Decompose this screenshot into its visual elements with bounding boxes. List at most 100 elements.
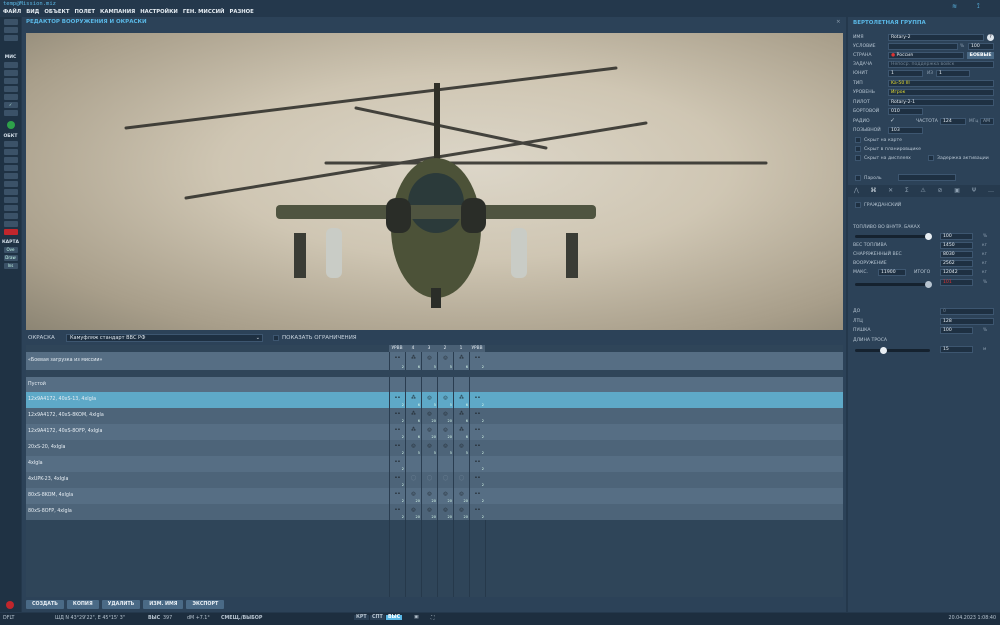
pylon-cell[interactable]: •• 2 bbox=[389, 456, 405, 472]
pylon-cell[interactable] bbox=[405, 456, 421, 472]
pylon-cell[interactable]: ◎ 20 bbox=[405, 488, 421, 504]
loadout-row[interactable]: 80xS-8OFP, 4xIgla •• 2 ◎ 20 ◎ 20 ◎ 20 ◎ 20 •• 2 bbox=[26, 504, 843, 520]
pylon-cell[interactable] bbox=[437, 377, 453, 393]
action-button[interactable]: УДАЛИТЬ bbox=[101, 600, 141, 609]
loadout-row[interactable]: 12x9A4172, 40xS-13, 4xIgla •• 2 ⁂ 6 ◎ 5 ◎ 5 ⁂ 6 •• 2 bbox=[26, 392, 843, 408]
pylon-cell[interactable]: ⁂ 6 bbox=[405, 392, 421, 408]
pylon-cell[interactable]: ⁂ 6 bbox=[453, 424, 469, 440]
fuel-slider-knob[interactable] bbox=[925, 233, 932, 240]
pylon-cell[interactable]: •• 2 bbox=[469, 408, 485, 424]
pylon-cell[interactable]: ◯ bbox=[421, 472, 437, 488]
rope-slider-knob[interactable] bbox=[879, 347, 887, 354]
pylon-cell[interactable]: •• 2 bbox=[389, 408, 405, 424]
ship-icon[interactable] bbox=[3, 165, 18, 171]
menu-item[interactable]: КАМПАНИЯ bbox=[100, 9, 135, 15]
pylon-cell[interactable] bbox=[405, 377, 421, 393]
pylon-cell[interactable]: ◎ 20 bbox=[421, 408, 437, 424]
password-checkbox[interactable] bbox=[855, 175, 861, 181]
briefing-icon[interactable] bbox=[3, 62, 18, 68]
menu-item[interactable]: ОБЪЕКТ bbox=[44, 9, 69, 15]
unit-stepper[interactable]: 1 bbox=[888, 70, 923, 77]
fuel-weight-value[interactable]: 1450 bbox=[940, 242, 973, 249]
loadout-row[interactable]: 12x9A4172, 40xS-8OFP, 4xIgla •• 2 ⁂ 6 ◎ 20 ◎ 20 ⁂… bbox=[26, 424, 843, 440]
menu-item[interactable]: НАСТРОЙКИ bbox=[140, 9, 178, 15]
action-button[interactable]: СОЗДАТЬ bbox=[26, 600, 64, 609]
menu-item[interactable]: ПОЛЕТ bbox=[74, 9, 95, 15]
type-select[interactable]: Ka-50 III bbox=[888, 80, 994, 87]
pylon-cell[interactable]: •• 2 bbox=[389, 392, 405, 408]
pylon-cell[interactable]: ◎ 5 bbox=[437, 440, 453, 456]
pylon-cell[interactable]: ⁂ 6 bbox=[453, 352, 469, 370]
password-input[interactable] bbox=[898, 174, 956, 181]
pylon-cell[interactable] bbox=[469, 377, 485, 393]
chaff-stepper[interactable]: 0 bbox=[940, 308, 994, 315]
pylon-cell[interactable]: •• 2 bbox=[389, 440, 405, 456]
record-icon[interactable] bbox=[6, 601, 14, 609]
hide-planner-checkbox[interactable] bbox=[855, 146, 861, 152]
civil-checkbox[interactable] bbox=[855, 202, 861, 208]
pylon-cell[interactable]: •• 2 bbox=[469, 456, 485, 472]
trigger-icon[interactable] bbox=[3, 86, 18, 92]
weather-icon[interactable] bbox=[3, 70, 18, 76]
fullscreen-icon[interactable]: ⛶ bbox=[431, 615, 434, 621]
pylon-cell[interactable]: ◎ 5 bbox=[453, 440, 469, 456]
radio-checkbox[interactable]: ✓ bbox=[890, 117, 895, 124]
map-overview-button[interactable]: Ove bbox=[3, 247, 18, 253]
pylon-cell[interactable]: ◎ 5 bbox=[437, 352, 453, 370]
menu-item[interactable]: ГЕН. МИССИЙ bbox=[183, 9, 225, 15]
pylon-cell[interactable]: •• 2 bbox=[469, 424, 485, 440]
pylon-cell[interactable] bbox=[453, 377, 469, 393]
modulation-select[interactable]: AM bbox=[980, 118, 994, 125]
tab-payload-icon[interactable]: ⌘ bbox=[870, 185, 876, 197]
view-map-button[interactable]: КРТ bbox=[354, 615, 369, 620]
pylon-cell[interactable]: ◎ 20 bbox=[437, 504, 453, 520]
tab-summary-icon[interactable]: Σ bbox=[905, 185, 909, 197]
close-icon[interactable]: × bbox=[836, 19, 841, 25]
skill-select[interactable]: Игрок bbox=[888, 89, 994, 96]
ground-unit-icon[interactable] bbox=[3, 157, 18, 163]
tab-route-icon[interactable]: ⋀ bbox=[854, 185, 859, 197]
menu-item[interactable]: ФАЙЛ bbox=[3, 9, 21, 15]
target-icon[interactable] bbox=[3, 205, 18, 211]
pylon-cell[interactable] bbox=[453, 456, 469, 472]
aircraft-3d-preview[interactable] bbox=[26, 33, 843, 330]
pylon-cell[interactable]: ◎ 20 bbox=[437, 488, 453, 504]
menu-item[interactable]: РАЗНОЕ bbox=[230, 9, 254, 15]
pylon-cell[interactable]: ⁂ 6 bbox=[405, 408, 421, 424]
flares-stepper[interactable]: 128 bbox=[940, 318, 994, 325]
pylon-cell[interactable]: ◎ 20 bbox=[437, 408, 453, 424]
pylon-cell[interactable]: ⁂ 6 bbox=[453, 408, 469, 424]
zone-icon[interactable] bbox=[3, 181, 18, 187]
combat-button[interactable]: БОЕВЫЕ bbox=[967, 52, 994, 59]
aircraft-icon[interactable] bbox=[3, 141, 18, 147]
hide-display-checkbox[interactable] bbox=[855, 155, 861, 161]
layers-icon[interactable] bbox=[3, 221, 18, 227]
nav-point-icon[interactable] bbox=[3, 197, 18, 203]
time-icon[interactable] bbox=[3, 94, 18, 100]
tab-datalink-icon[interactable]: ▣ bbox=[954, 185, 960, 197]
action-button[interactable]: ИЗМ. ИМЯ bbox=[143, 600, 184, 609]
menu-item[interactable]: ВИД bbox=[26, 9, 39, 15]
pylon-cell[interactable]: ◎ 5 bbox=[437, 392, 453, 408]
probability-stepper[interactable]: 100 bbox=[968, 43, 994, 50]
pylon-cell[interactable]: ◎ 20 bbox=[453, 488, 469, 504]
pylon-cell[interactable]: •• 2 bbox=[469, 352, 485, 370]
tab-rotor-icon[interactable]: ✕ bbox=[888, 185, 893, 197]
fly-button[interactable] bbox=[6, 121, 15, 129]
view-altitude-button[interactable]: ВЫС bbox=[386, 615, 403, 620]
pylon-cell[interactable]: •• 2 bbox=[469, 440, 485, 456]
pylon-cell[interactable]: •• 2 bbox=[389, 424, 405, 440]
pylon-cell[interactable]: ◎ 20 bbox=[421, 488, 437, 504]
action-button[interactable]: ЭКСПОРТ bbox=[186, 600, 225, 609]
unit-count-stepper[interactable]: 1 bbox=[936, 70, 970, 77]
pilot-input[interactable]: Rotary-2-1 bbox=[888, 99, 994, 106]
paint-select[interactable]: Камуфляж стандарт ВВС РФ ⌄ bbox=[66, 334, 263, 342]
gun-stepper[interactable]: 100 bbox=[940, 327, 973, 334]
pylon-cell[interactable]: •• 2 bbox=[469, 392, 485, 408]
rope-length-input[interactable]: 15 bbox=[940, 346, 973, 353]
hide-map-checkbox[interactable] bbox=[855, 137, 861, 143]
task-select[interactable]: Непоср. поддержка войск bbox=[888, 61, 994, 68]
loadout-row[interactable]: 80xS-8KOM, 4xIgla •• 2 ◎ 20 ◎ 20 ◎ 20 ◎ 20 •• 2 bbox=[26, 488, 843, 504]
loadout-row[interactable]: «Боевая загрузка из миссии» •• 2 ⁂ 6 ◎ 5 ◎ 5 ⁂ 6 ••… bbox=[26, 352, 843, 370]
helicopter-icon[interactable] bbox=[3, 149, 18, 155]
